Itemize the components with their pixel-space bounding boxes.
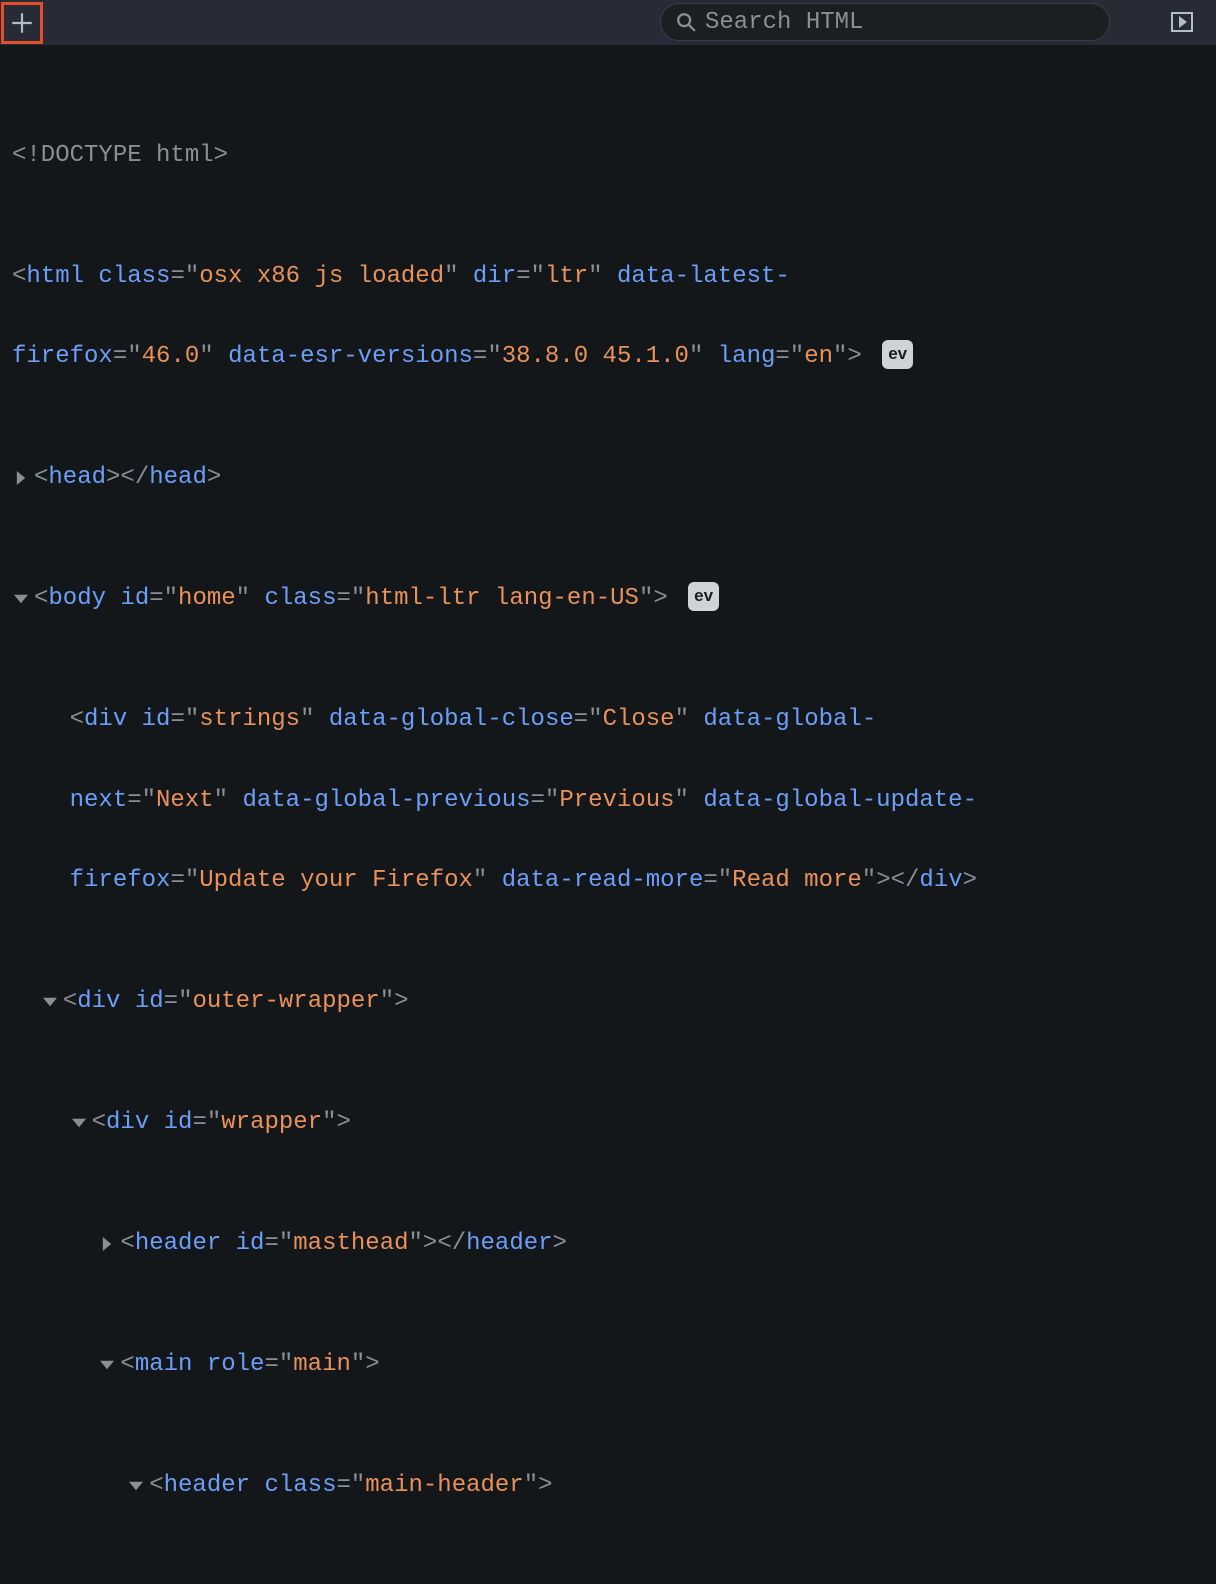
search-html-box[interactable] [660, 3, 1110, 41]
panel-toggle-icon [1170, 10, 1194, 34]
add-element-button[interactable] [1, 2, 43, 44]
strings-line-1[interactable]: <div id="strings" data-global-close="Clo… [10, 700, 1216, 740]
main-line[interactable]: <main role="main"> [10, 1345, 1216, 1385]
main-header-line[interactable]: <header class="main-header"> [10, 1466, 1216, 1506]
twisty-expanded-icon[interactable] [127, 1477, 145, 1495]
event-badge[interactable]: ev [882, 340, 913, 369]
twisty-collapsed-icon[interactable] [98, 1235, 116, 1253]
twisty-expanded-icon[interactable] [98, 1356, 116, 1374]
expand-panes-button[interactable] [1166, 6, 1198, 38]
search-icon [675, 11, 697, 33]
outer-wrapper-line[interactable]: <div id="outer-wrapper"> [10, 982, 1216, 1022]
twisty-expanded-icon[interactable] [12, 590, 30, 608]
twisty-expanded-icon[interactable] [41, 993, 59, 1011]
twisty-collapsed-icon[interactable] [12, 469, 30, 487]
plus-icon [9, 10, 35, 36]
head-line[interactable]: <head></head> [10, 458, 1216, 498]
masthead-line[interactable]: <header id="masthead"></header> [10, 1224, 1216, 1264]
html-open-line[interactable]: <html class="osx x86 js loaded" dir="ltr… [10, 257, 1216, 297]
body-line[interactable]: <body id="home" class="html-ltr lang-en-… [10, 579, 1216, 619]
html-open-line-2[interactable]: firefox="46.0" data-esr-versions="38.8.0… [10, 337, 1216, 377]
event-badge[interactable]: ev [688, 582, 719, 611]
search-html-input[interactable] [705, 9, 1095, 36]
wrapper-line[interactable]: <div id="wrapper"> [10, 1103, 1216, 1143]
doctype-line[interactable]: <!DOCTYPE html> [10, 136, 1216, 176]
strings-line-2[interactable]: next="Next" data-global-previous="Previo… [10, 781, 1216, 821]
inspector-toolbar [0, 0, 1216, 45]
html-tree[interactable]: <!DOCTYPE html> <html class="osx x86 js … [0, 45, 1216, 1584]
twisty-expanded-icon[interactable] [70, 1114, 88, 1132]
strings-line-3[interactable]: firefox="Update your Firefox" data-read-… [10, 861, 1216, 901]
